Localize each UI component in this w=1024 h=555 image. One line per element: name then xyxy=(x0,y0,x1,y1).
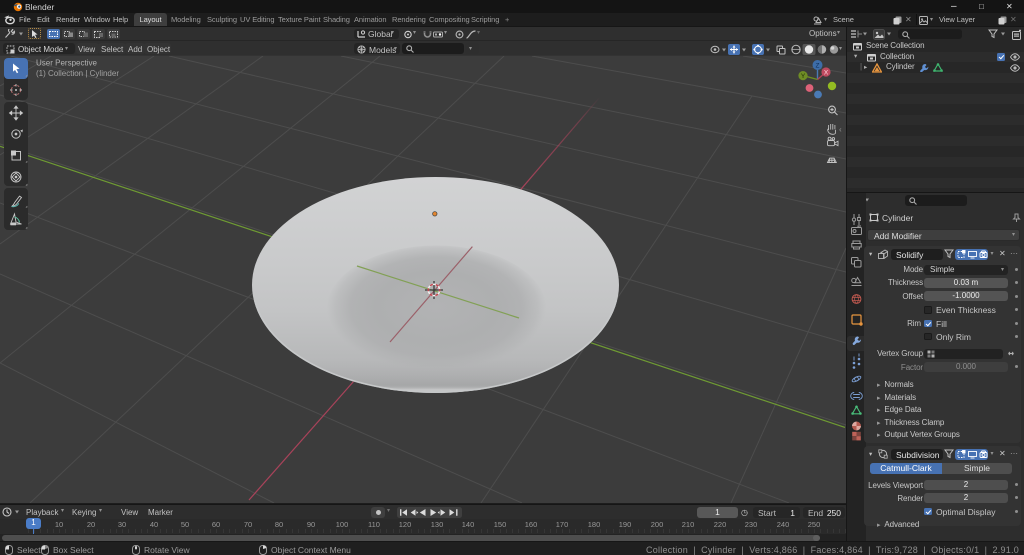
svg-text:‹: ‹ xyxy=(839,125,842,134)
svg-text:User Perspective: User Perspective xyxy=(36,59,97,68)
svg-text:(1) Collection | Cylinder: (1) Collection | Cylinder xyxy=(36,69,119,78)
svg-text:Y: Y xyxy=(801,73,806,80)
svg-text:Z: Z xyxy=(816,62,820,69)
svg-text:X: X xyxy=(824,69,829,76)
